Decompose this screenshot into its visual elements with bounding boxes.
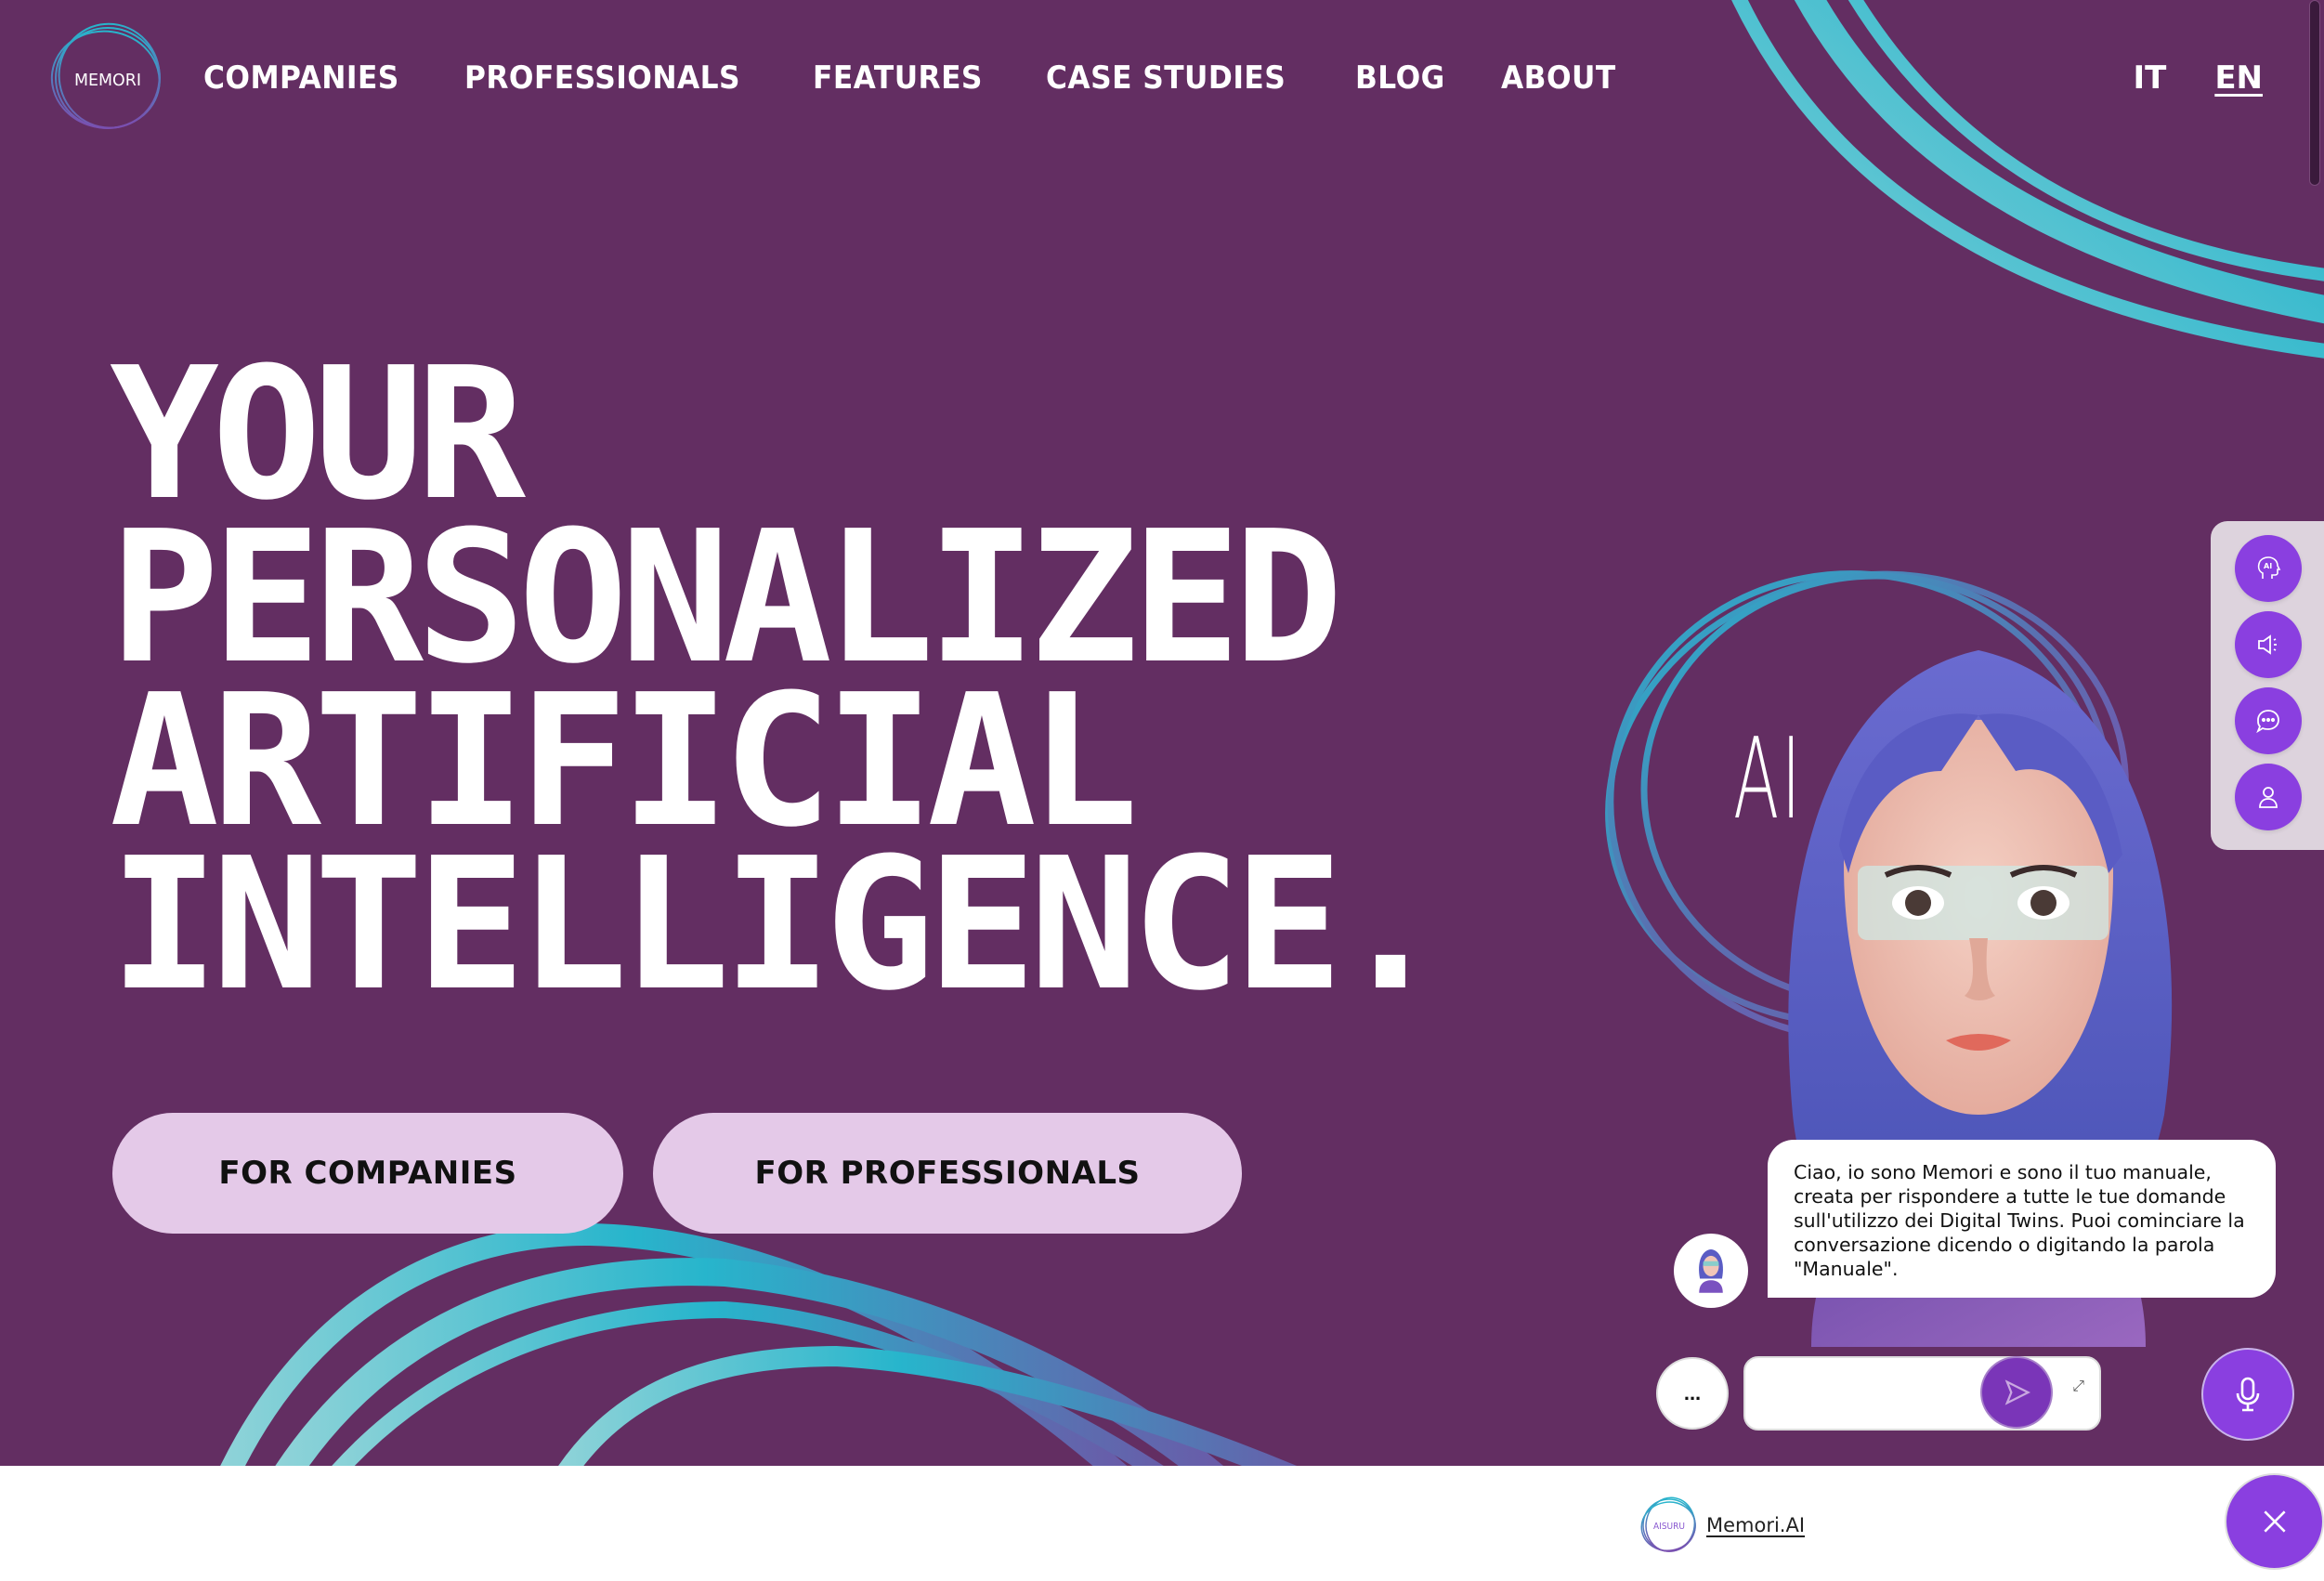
close-icon	[2263, 1510, 2286, 1533]
microphone-icon	[2236, 1377, 2260, 1412]
language-switcher: IT EN	[2133, 58, 2263, 98]
user-login-button[interactable]	[2235, 764, 2302, 830]
avatar-thumbnail-icon	[1699, 1249, 1723, 1293]
nav-blog[interactable]: BLOG	[1355, 58, 1445, 98]
lang-it[interactable]: IT	[2133, 58, 2166, 98]
nav-about[interactable]: ABOUT	[1501, 58, 1616, 98]
aisuru-logo-text: AISURU	[1653, 1522, 1685, 1532]
chat-tools-panel: AI	[2211, 521, 2324, 850]
chat-avatar-thumbnail	[1674, 1234, 1748, 1308]
hero-headline: YOUR PERSONALIZED ARTIFICIAL INTELLIGENC…	[110, 344, 1445, 1031]
memori-logo[interactable]: MEMORI	[48, 22, 167, 134]
ai-head-icon: AI	[2257, 556, 2281, 579]
nav-case-studies[interactable]: CASE STUDIES	[1046, 58, 1286, 98]
send-button[interactable]	[1980, 1356, 2053, 1429]
send-icon	[2004, 1379, 2031, 1405]
for-professionals-button[interactable]: FOR PROFESSIONALS	[653, 1113, 1242, 1234]
nav-professionals[interactable]: PROFESSIONALS	[464, 58, 740, 98]
svg-text:AI: AI	[2264, 562, 2272, 570]
powered-by: AISURU Memori.AI	[1639, 1496, 1805, 1555]
nav-companies[interactable]: COMPANIES	[203, 58, 399, 98]
speaker-toggle-button[interactable]	[2235, 611, 2302, 678]
nav-features[interactable]: FEATURES	[813, 58, 983, 98]
memori-ai-link[interactable]: Memori.AI	[1706, 1514, 1805, 1536]
aisuru-logo-icon: AISURU	[1640, 1496, 1696, 1552]
chat-mode-button[interactable]	[2235, 687, 2302, 754]
close-widget-button[interactable]	[2225, 1473, 2324, 1570]
speaker-icon	[2258, 634, 2277, 655]
more-options-button[interactable]: ...	[1656, 1357, 1729, 1430]
hero-section: MEMORI COMPANIES PROFESSIONALS FEATURES …	[0, 0, 2324, 1466]
decorative-swirl-top	[1731, 0, 2324, 359]
widget-footer	[0, 1466, 2324, 1581]
expand-icon[interactable]: ⤢	[2072, 1378, 2084, 1395]
scrollbar[interactable]	[2309, 0, 2320, 186]
for-companies-button[interactable]: FOR COMPANIES	[112, 1113, 623, 1234]
headline-line-4: INTELLIGENCE.	[110, 819, 1445, 1031]
user-icon	[2259, 787, 2278, 808]
lang-en[interactable]: EN	[2214, 58, 2263, 98]
chat-bubble-icon	[2256, 710, 2279, 734]
main-nav: COMPANIES PROFESSIONALS FEATURES CASE ST…	[203, 58, 1625, 98]
chat-message-bubble: Ciao, io sono Memori e sono il tuo manua…	[1768, 1140, 2276, 1298]
decorative-swirl-bottom	[220, 1223, 1298, 1466]
logo-text: MEMORI	[74, 71, 141, 90]
microphone-button[interactable]	[2201, 1348, 2294, 1441]
ai-settings-button[interactable]: AI	[2235, 535, 2302, 602]
